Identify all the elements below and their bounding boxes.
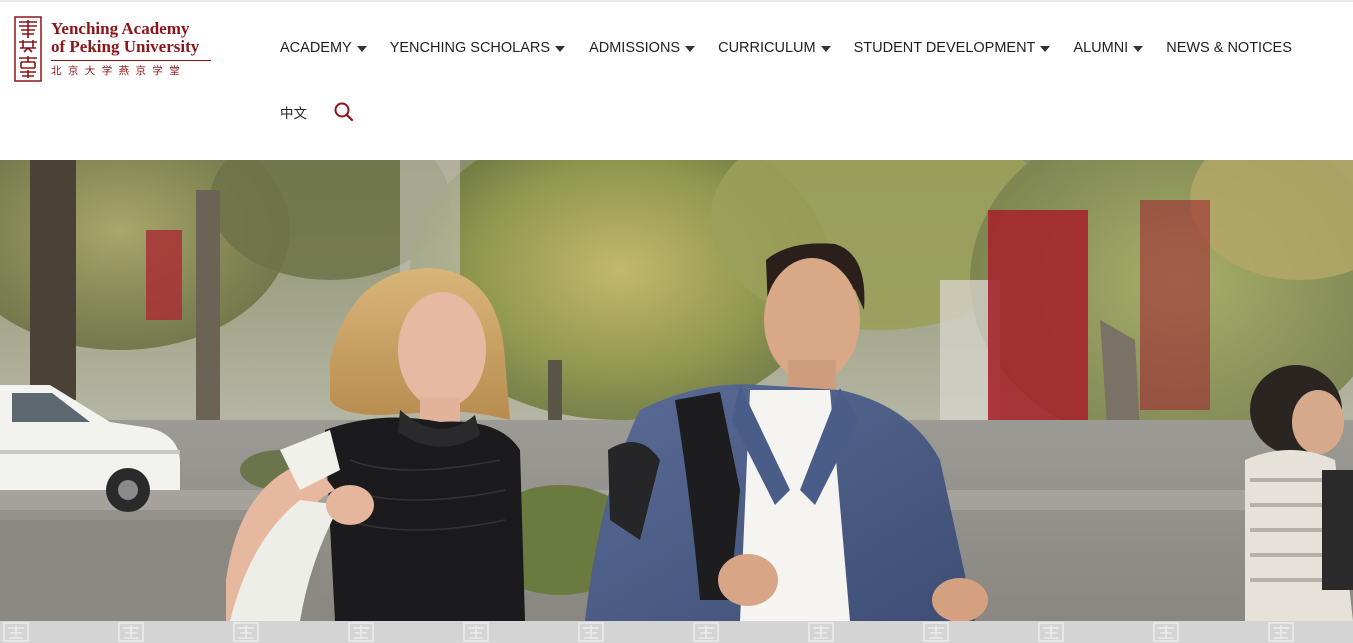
nav-item-label: YENCHING SCHOLARS <box>389 40 551 56</box>
logo-text: Yenching Academy of Peking University 北京… <box>51 20 226 78</box>
nav-item-label: ALUMNI <box>1073 40 1129 56</box>
hero-banner <box>0 160 1353 621</box>
seal-mark <box>578 622 604 642</box>
main-navigation: ACADEMY YENCHING SCHOLARS ADMISSIONS CUR… <box>280 30 1340 150</box>
logo-title-line2: of Peking University <box>51 37 200 56</box>
nav-item-label: STUDENT DEVELOPMENT <box>853 40 1036 56</box>
seal-mark <box>1268 622 1294 642</box>
caret-down-icon <box>685 45 696 52</box>
seal-mark <box>808 622 834 642</box>
site-logo[interactable]: Yenching Academy of Peking University 北京… <box>14 16 224 86</box>
decorative-pattern-strip <box>0 621 1353 643</box>
seal-mark <box>118 622 144 642</box>
language-switch[interactable]: 中文 <box>280 102 307 122</box>
nav-row-secondary: 中文 <box>280 94 355 130</box>
seal-mark <box>1038 622 1064 642</box>
page: Yenching Academy of Peking University 北京… <box>0 0 1353 643</box>
nav-item-alumni[interactable]: ALUMNI <box>1073 40 1144 56</box>
seal-mark <box>348 622 374 642</box>
nav-item-academy[interactable]: ACADEMY <box>280 40 367 56</box>
nav-item-label: ACADEMY <box>280 40 352 56</box>
nav-row-primary: ACADEMY YENCHING SCHOLARS ADMISSIONS CUR… <box>280 30 1292 66</box>
logo-chinese-name: 北京大学燕京学堂 <box>51 60 211 78</box>
logo-title-line1: Yenching Academy <box>51 19 190 38</box>
nav-item-label: CURRICULUM <box>718 40 816 56</box>
nav-item-student-development[interactable]: STUDENT DEVELOPMENT <box>854 40 1051 56</box>
hero-photo <box>0 160 1353 621</box>
caret-down-icon <box>820 45 831 52</box>
seal-icon <box>14 16 42 82</box>
nav-item-admissions[interactable]: ADMISSIONS <box>589 40 696 56</box>
nav-item-news-notices[interactable]: NEWS & NOTICES <box>1166 40 1292 56</box>
search-icon <box>334 102 354 122</box>
nav-item-yenching-scholars[interactable]: YENCHING SCHOLARS <box>389 40 566 56</box>
seal-mark <box>463 622 489 642</box>
seal-mark <box>1153 622 1179 642</box>
nav-item-curriculum[interactable]: CURRICULUM <box>718 40 831 56</box>
site-header: Yenching Academy of Peking University 北京… <box>0 2 1353 160</box>
search-button[interactable] <box>333 101 355 123</box>
caret-down-icon <box>555 45 566 52</box>
seal-mark <box>3 622 29 642</box>
caret-down-icon <box>356 45 367 52</box>
seal-mark <box>923 622 949 642</box>
seal-pattern <box>3 622 1294 642</box>
seal-mark <box>693 622 719 642</box>
caret-down-icon <box>1040 45 1051 52</box>
nav-item-label: NEWS & NOTICES <box>1166 40 1292 56</box>
caret-down-icon <box>1133 45 1144 52</box>
seal-mark <box>233 622 259 642</box>
nav-item-label: ADMISSIONS <box>589 40 681 56</box>
